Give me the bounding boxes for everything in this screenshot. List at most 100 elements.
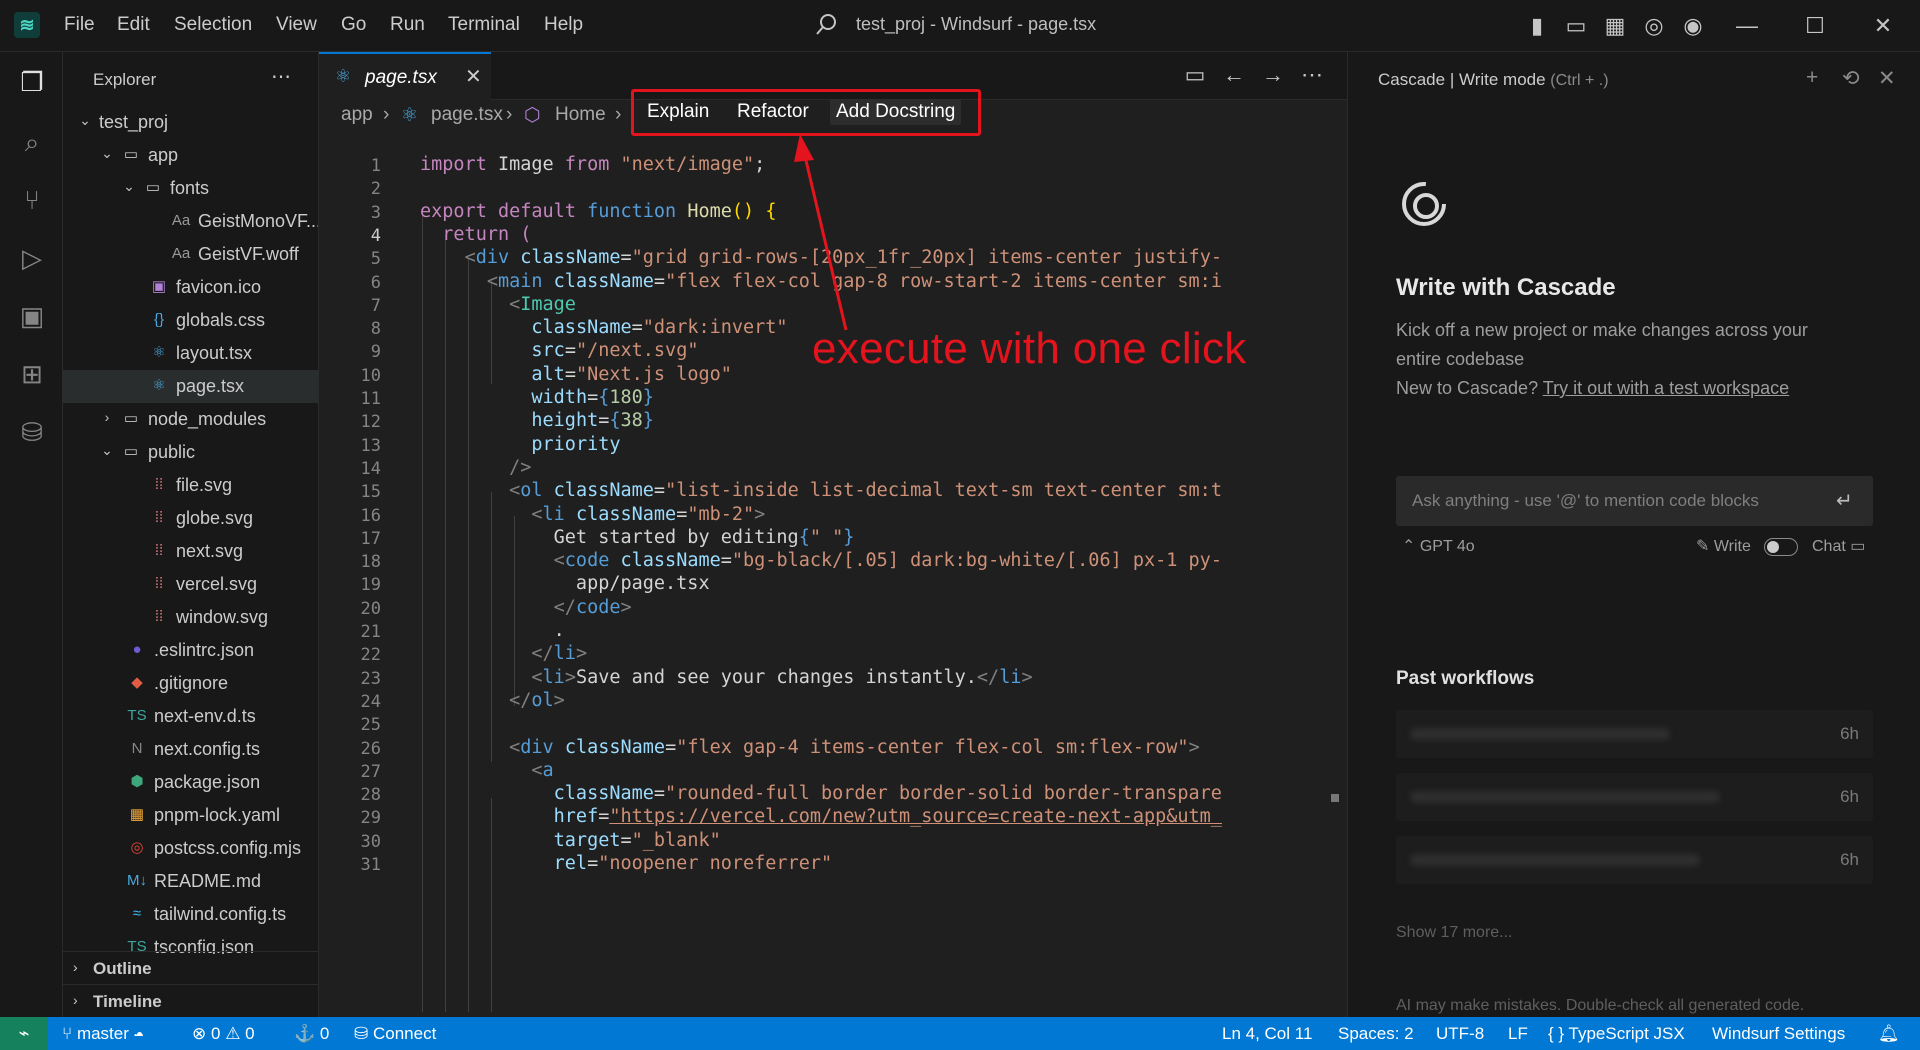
timeline-section[interactable]: › Timeline (63, 984, 318, 1017)
editor-more-icon[interactable]: ⋯ (1298, 62, 1326, 88)
tree-file[interactable]: M↓ README.md (63, 865, 318, 898)
menu-edit[interactable]: Edit (117, 14, 150, 36)
breadcrumb-page-tsx[interactable]: page.tsx (431, 104, 503, 126)
tree-file[interactable]: ⁞⁞ vercel.svg (63, 568, 318, 601)
tree-file[interactable]: ⚛ layout.tsx (63, 337, 318, 370)
toggle-panel-icon[interactable]: ▭ (1562, 12, 1590, 40)
windsurf-settings[interactable]: Windsurf Settings (1712, 1024, 1845, 1044)
menu-file[interactable]: File (64, 14, 95, 36)
split-editor-icon[interactable]: ▭ (1181, 62, 1209, 88)
minimize-icon[interactable]: — (1733, 12, 1761, 40)
code-lens-refactor[interactable]: Refactor (737, 101, 809, 123)
connect-button[interactable]: ⛁ Connect (354, 1024, 436, 1044)
code-line: src="/next.svg" (531, 340, 699, 362)
tree-file[interactable]: ▦ pnpm-lock.yaml (63, 799, 318, 832)
close-window-icon[interactable]: ✕ (1869, 12, 1897, 40)
navigate-back-icon[interactable]: ← (1220, 62, 1248, 88)
menu-help[interactable]: Help (544, 14, 583, 36)
database-icon[interactable]: ⛁ (14, 414, 50, 450)
workflow-item[interactable]: 6h (1396, 710, 1873, 758)
remote-indicator-icon[interactable]: ⌁ (0, 1017, 48, 1050)
new-conversation-icon[interactable]: + (1806, 66, 1818, 90)
tree-file[interactable]: ⚛ page.tsx (63, 370, 318, 403)
tree-file[interactable]: ≈ tailwind.config.ts (63, 898, 318, 931)
tree-item-label: page.tsx (176, 376, 245, 396)
tree-item-label: layout.tsx (176, 343, 253, 363)
problems-indicator[interactable]: ⊗ 0 ⚠ 0 (192, 1024, 255, 1044)
tree-file[interactable]: ⬢ package.json (63, 766, 318, 799)
cascade-intro-line3: New to Cascade? Try it out with a test w… (1396, 378, 1790, 398)
line-number: 4 (370, 225, 381, 246)
language-mode[interactable]: { } TypeScript JSX (1548, 1024, 1685, 1044)
tree-file[interactable]: ● .eslintrc.json (63, 634, 318, 667)
menu-view[interactable]: View (276, 14, 317, 36)
remote-explorer-icon[interactable]: ▣ (14, 298, 50, 334)
encoding[interactable]: UTF-8 (1436, 1024, 1484, 1044)
breadcrumb-app[interactable]: app (341, 104, 373, 126)
tree-file[interactable]: ⁞⁞ globe.svg (63, 502, 318, 535)
menu-go[interactable]: Go (341, 14, 366, 36)
close-panel-icon[interactable]: ✕ (1878, 66, 1896, 91)
extensions-icon[interactable]: ⊞ (14, 356, 50, 392)
notifications-icon[interactable]: 🔔︎ (1878, 1024, 1900, 1044)
end-of-line[interactable]: LF (1508, 1024, 1528, 1044)
tree-file[interactable]: ⁞⁞ file.svg (63, 469, 318, 502)
tree-file[interactable]: ⁞⁞ window.svg (63, 601, 318, 634)
breadcrumb-home[interactable]: Home (555, 104, 606, 126)
close-tab-icon[interactable]: ✕ (465, 64, 482, 89)
mode-toggle[interactable] (1764, 538, 1798, 556)
outline-section[interactable]: › Outline (63, 951, 318, 984)
tree-file[interactable]: Aa GeistVF.woff (63, 238, 318, 271)
model-selector[interactable]: ⌃ GPT 4o (1402, 536, 1475, 556)
tree-folder[interactable]: ⌄ test_proj (63, 106, 318, 139)
tree-item-label: node_modules (148, 409, 267, 429)
tree-file[interactable]: {} globals.css (63, 304, 318, 337)
branch-indicator[interactable]: ⑂ master ☁ (62, 1024, 144, 1044)
md-file-icon: M↓ (127, 872, 147, 889)
menu-selection[interactable]: Selection (174, 14, 252, 36)
cascade-input[interactable]: Ask anything - use '@' to mention code b… (1396, 476, 1873, 526)
customize-layout-icon[interactable]: ▦ (1601, 12, 1629, 40)
tree-folder[interactable]: ⌄ ▭ public (63, 436, 318, 469)
menu-run[interactable]: Run (390, 14, 425, 36)
tree-item-label: window.svg (176, 607, 269, 627)
indentation[interactable]: Spaces: 2 (1338, 1024, 1414, 1044)
tree-file[interactable]: Nnext.config.ts (63, 733, 318, 766)
sync-icon: ☁ (133, 1024, 144, 1043)
account-icon[interactable]: ◉ (1679, 12, 1707, 40)
tree-folder[interactable]: › ▭ node_modules (63, 403, 318, 436)
ports-indicator[interactable]: ⚓ 0 (294, 1024, 329, 1044)
history-icon[interactable]: ⟲ (1842, 66, 1860, 91)
tab-page-tsx[interactable]: ⚛ page.tsx ✕ (319, 52, 491, 100)
code-lens-explain[interactable]: Explain (647, 101, 709, 123)
show-more-link[interactable]: Show 17 more... (1396, 924, 1513, 942)
tree-file[interactable]: ⁞⁞ next.svg (63, 535, 318, 568)
cascade-toggle-icon[interactable]: ◎ (1640, 12, 1668, 40)
tree-folder[interactable]: ⌄ ▭ app (63, 139, 318, 172)
test-workspace-link[interactable]: Try it out with a test workspace (1543, 378, 1789, 398)
explorer-icon[interactable]: ❐ (14, 64, 50, 100)
run-debug-icon[interactable]: ▷ (14, 240, 50, 276)
navigate-forward-icon[interactable]: → (1259, 62, 1287, 88)
search-icon[interactable] (812, 10, 846, 40)
workflow-item[interactable]: 6h (1396, 773, 1873, 821)
maximize-icon[interactable]: ☐ (1801, 12, 1829, 40)
tree-file[interactable]: TS next-env.d.ts (63, 700, 318, 733)
enter-icon[interactable]: ↵ (1836, 488, 1853, 513)
tree-folder[interactable]: ⌄ ▭ fonts (63, 172, 318, 205)
cursor-position[interactable]: Ln 4, Col 11 (1222, 1024, 1312, 1044)
toggle-primary-sidebar-icon[interactable]: ▮ (1523, 12, 1551, 40)
workflow-item[interactable]: 6h (1396, 836, 1873, 884)
tree-file[interactable]: ◆ .gitignore (63, 667, 318, 700)
line-number: 7 (370, 295, 381, 316)
tree-file[interactable]: ▣ favicon.ico (63, 271, 318, 304)
search-view-icon[interactable]: ⌕ (14, 124, 50, 160)
tree-file[interactable]: Aa GeistMonoVF.... (63, 205, 318, 238)
code-line: width={180} (531, 387, 654, 408)
menu-terminal[interactable]: Terminal (448, 14, 520, 36)
tree-item-label: fonts (170, 178, 210, 198)
code-lens-add-docstring[interactable]: Add Docstring (830, 99, 962, 125)
tree-file[interactable]: ◎ postcss.config.mjs (63, 832, 318, 865)
more-actions-icon[interactable]: ⋯ (271, 64, 291, 89)
source-control-icon[interactable]: ⑂ (14, 182, 50, 218)
